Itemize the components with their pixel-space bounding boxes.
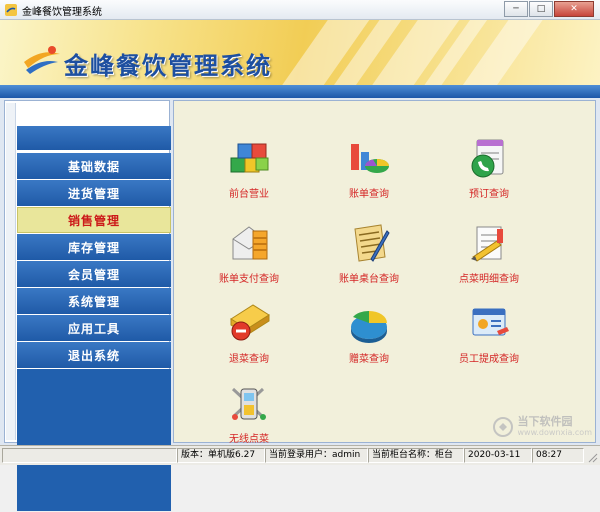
- func-bill-payment-query[interactable]: 账单支付查询: [194, 221, 304, 285]
- func-front-desk[interactable]: 前台营业: [194, 136, 304, 200]
- status-bar: 版本：单机版6.27 当前登录用户：admin 当前柜台名称：柜台 2020-0…: [0, 445, 600, 465]
- func-bill-query[interactable]: 账单查询: [314, 136, 424, 200]
- chart-icon: [351, 144, 389, 173]
- func-label: 账单查询: [349, 189, 389, 200]
- maximize-button[interactable]: □: [529, 1, 553, 17]
- window-titlebar: 金峰餐饮管理系统 ─ □ ✕: [0, 0, 600, 20]
- gift-pie-icon: [351, 310, 387, 343]
- document-pen-icon: [354, 224, 390, 262]
- watermark: 当下软件园 www.downxia.com: [493, 416, 592, 438]
- func-label: 赠菜查询: [349, 354, 389, 365]
- sidebar-item-basic-data[interactable]: 基础数据: [17, 153, 171, 179]
- func-bill-table-query[interactable]: 账单桌台查询: [314, 221, 424, 285]
- resize-grip-icon[interactable]: [586, 451, 598, 463]
- wireless-device-icon: [231, 387, 266, 420]
- sidebar: 基础数据 进货管理 销售管理 库存管理 会员管理 系统管理 应用工具 退出系统: [4, 100, 171, 511]
- phone-book-icon: [471, 139, 504, 178]
- sidebar-scrollbar[interactable]: [6, 103, 16, 440]
- status-empty-cell: [2, 448, 177, 463]
- func-return-item-query[interactable]: 退菜查询: [194, 301, 304, 365]
- cancel-item-icon: [230, 304, 270, 341]
- sidebar-item-members[interactable]: 会员管理: [17, 261, 171, 287]
- sidebar-item-inventory[interactable]: 库存管理: [17, 234, 171, 260]
- func-label: 员工提成查询: [459, 354, 519, 365]
- func-label: 账单支付查询: [219, 274, 279, 285]
- banner-bottom-bar: [0, 85, 600, 98]
- cubes-icon: [230, 143, 269, 173]
- status-station: 当前柜台名称：柜台: [368, 448, 464, 463]
- func-wireless-ordering[interactable]: 无线点菜: [194, 381, 304, 445]
- status-time: 08:27: [532, 448, 584, 463]
- func-label: 退菜查询: [229, 354, 269, 365]
- banner-title: 金峰餐饮管理系统: [64, 52, 272, 80]
- order-detail-icon: [471, 226, 503, 262]
- sidebar-item-system[interactable]: 系统管理: [17, 288, 171, 314]
- func-label: 账单桌台查询: [339, 274, 399, 285]
- main-area: 基础数据 进货管理 销售管理 库存管理 会员管理 系统管理 应用工具 退出系统 …: [0, 98, 600, 511]
- window-title: 金峰餐饮管理系统: [22, 7, 102, 18]
- close-button[interactable]: ✕: [554, 1, 594, 17]
- sidebar-item-purchase[interactable]: 进货管理: [17, 180, 171, 206]
- func-gift-item-query[interactable]: 赠菜查询: [314, 301, 424, 365]
- func-employee-commission-query[interactable]: 员工提成查询: [434, 301, 544, 365]
- watermark-name: 当下软件园: [517, 415, 573, 428]
- watermark-logo-icon: [493, 417, 514, 437]
- watermark-url: www.downxia.com: [517, 428, 592, 437]
- sidebar-header: [17, 126, 171, 150]
- minimize-button[interactable]: ─: [504, 1, 528, 17]
- sidebar-footer: [17, 369, 171, 511]
- payment-envelope-icon: [232, 226, 268, 260]
- sidebar-item-sales[interactable]: 销售管理: [17, 207, 171, 233]
- sidebar-item-exit[interactable]: 退出系统: [17, 342, 171, 368]
- status-user: 当前登录用户：admin: [265, 448, 368, 463]
- status-date: 2020-03-11: [464, 448, 532, 463]
- swoosh-logo-icon: [24, 46, 60, 74]
- sidebar-item-tools[interactable]: 应用工具: [17, 315, 171, 341]
- func-label: 无线点菜: [229, 434, 269, 445]
- func-order-detail-query[interactable]: 点菜明细查询: [434, 221, 544, 285]
- function-panel: 前台营业 账单查询 预订查询 账单支付查询 账单桌台查询 点菜明细查询 退菜查询…: [173, 100, 596, 445]
- employee-card-icon: [472, 308, 509, 336]
- window-controls: ─ □ ✕: [503, 1, 594, 17]
- func-label: 点菜明细查询: [459, 274, 519, 285]
- func-reservation-query[interactable]: 预订查询: [434, 136, 544, 200]
- func-label: 预订查询: [469, 189, 509, 200]
- app-icon: [5, 4, 17, 16]
- header-banner: 金峰餐饮管理系统: [0, 20, 600, 98]
- status-version: 版本：单机版6.27: [177, 448, 265, 463]
- func-label: 前台营业: [229, 189, 269, 200]
